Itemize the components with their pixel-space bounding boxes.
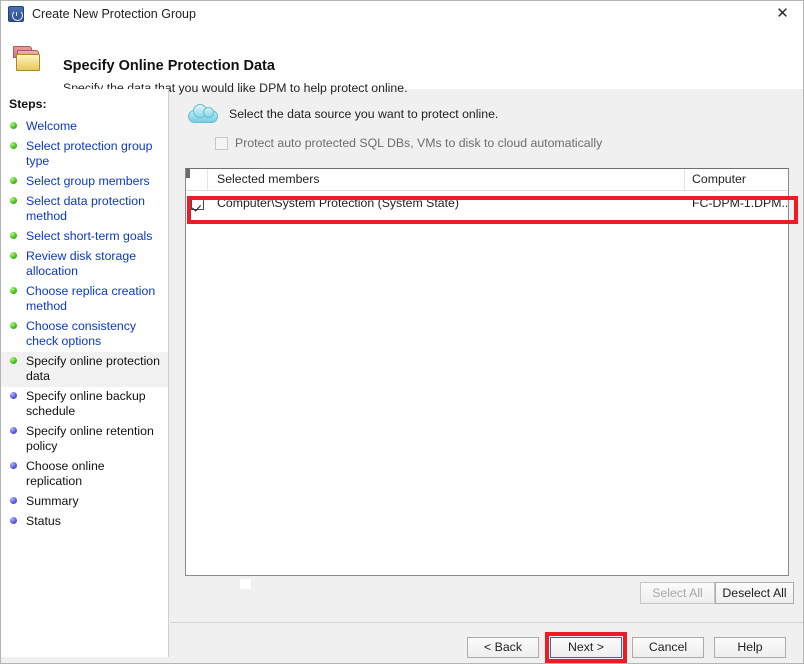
step-bullet-icon [10, 392, 17, 399]
step-bullet-icon [10, 357, 17, 364]
column-header-computer[interactable]: Computer [685, 169, 788, 190]
step-bullet-icon [10, 122, 17, 129]
step-bullet-icon [10, 497, 17, 504]
step-label: Specify online retention policy [26, 424, 154, 453]
step-label: Select group members [26, 174, 150, 188]
steps-list: Welcome Select protection group type Sel… [1, 117, 168, 532]
help-button[interactable]: Help [714, 637, 786, 658]
steps-heading: Steps: [9, 97, 47, 111]
step-label: Select data protection method [26, 194, 145, 223]
step-label: Status [26, 514, 61, 528]
sidebar-item-welcome[interactable]: Welcome [1, 117, 168, 137]
instruction-text: Select the data source you want to prote… [229, 107, 499, 121]
render-artifact [240, 579, 251, 589]
auto-protect-checkbox[interactable] [215, 136, 228, 150]
step-label: Specify online protection data [26, 354, 160, 383]
step-bullet-icon [10, 252, 17, 259]
step-label: Specify online backup schedule [26, 389, 146, 418]
row-checkbox-cell[interactable] [186, 192, 208, 215]
cloud-icon [186, 102, 222, 126]
sidebar-item-review-disk-storage-allocation[interactable]: Review disk storage allocation [1, 247, 168, 282]
sidebar-item-specify-online-backup-schedule[interactable]: Specify online backup schedule [1, 387, 168, 422]
cell-selected-member: Computer\System Protection (System State… [217, 196, 459, 210]
sidebar-item-choose-online-replication[interactable]: Choose online replication [1, 457, 168, 492]
sidebar-item-specify-online-retention-policy[interactable]: Specify online retention policy [1, 422, 168, 457]
sidebar-item-select-group-members[interactable]: Select group members [1, 172, 168, 192]
table-row[interactable]: Computer\System Protection (System State… [186, 191, 788, 215]
sidebar-item-specify-online-protection-data[interactable]: Specify online protection data [1, 352, 168, 387]
page-title: Specify Online Protection Data [63, 58, 275, 74]
selected-members-listbox[interactable]: Selected members Computer Computer\Syste… [185, 168, 789, 576]
next-button[interactable]: Next > [550, 637, 622, 658]
title-bar: Create New Protection Group ✕ [1, 1, 803, 26]
sidebar-item-select-short-term-goals[interactable]: Select short-term goals [1, 227, 168, 247]
sidebar-item-choose-replica-creation-method[interactable]: Choose replica creation method [1, 282, 168, 317]
cell-computer: FC-DPM-1.DPM... [692, 196, 789, 210]
back-button[interactable]: < Back [467, 637, 539, 658]
step-bullet-icon [10, 322, 17, 329]
step-label: Choose consistency check options [26, 319, 137, 348]
main-content: Select the data source you want to prote… [177, 96, 797, 612]
steps-sidebar: Steps: Welcome Select protection group t… [1, 89, 169, 657]
step-bullet-icon [10, 142, 17, 149]
step-label: Summary [26, 494, 79, 508]
step-bullet-icon [10, 177, 17, 184]
step-label: Welcome [26, 119, 78, 133]
step-label: Select protection group type [26, 139, 153, 168]
step-label: Review disk storage allocation [26, 249, 137, 278]
cancel-button[interactable]: Cancel [632, 637, 704, 658]
sidebar-item-select-data-protection-method[interactable]: Select data protection method [1, 192, 168, 227]
create-protection-group-dialog: Create New Protection Group ✕ Specify On… [0, 0, 804, 664]
sidebar-item-summary[interactable]: Summary [1, 492, 168, 512]
table-header-row: Selected members Computer [186, 169, 788, 191]
footer-divider [170, 622, 803, 623]
sidebar-item-select-protection-group-type[interactable]: Select protection group type [1, 137, 168, 172]
step-bullet-icon [10, 517, 17, 524]
step-bullet-icon [10, 427, 17, 434]
step-label: Select short-term goals [26, 229, 153, 243]
sidebar-item-choose-consistency-check-options[interactable]: Choose consistency check options [1, 317, 168, 352]
step-bullet-icon [10, 462, 17, 469]
select-all-button[interactable]: Select All [640, 582, 715, 604]
auto-protect-checkbox-row[interactable]: Protect auto protected SQL DBs, VMs to d… [215, 136, 602, 150]
column-header-selected-members[interactable]: Selected members [208, 169, 685, 190]
folders-icon [13, 46, 43, 72]
recovery-clock-icon [8, 5, 24, 22]
scrollbar-marker[interactable] [186, 169, 190, 178]
step-bullet-icon [10, 232, 17, 239]
page-header: Specify Online Protection Data Specify t… [1, 26, 803, 95]
row-checkbox[interactable] [190, 196, 204, 210]
auto-protect-label: Protect auto protected SQL DBs, VMs to d… [235, 136, 603, 150]
deselect-all-button[interactable]: Deselect All [715, 582, 794, 604]
window-title: Create New Protection Group [32, 6, 196, 21]
step-bullet-icon [10, 197, 17, 204]
step-bullet-icon [10, 287, 17, 294]
step-label: Choose online replication [26, 459, 105, 488]
step-label: Choose replica creation method [26, 284, 156, 313]
sidebar-item-status[interactable]: Status [1, 512, 168, 532]
close-icon[interactable]: ✕ [760, 1, 803, 26]
